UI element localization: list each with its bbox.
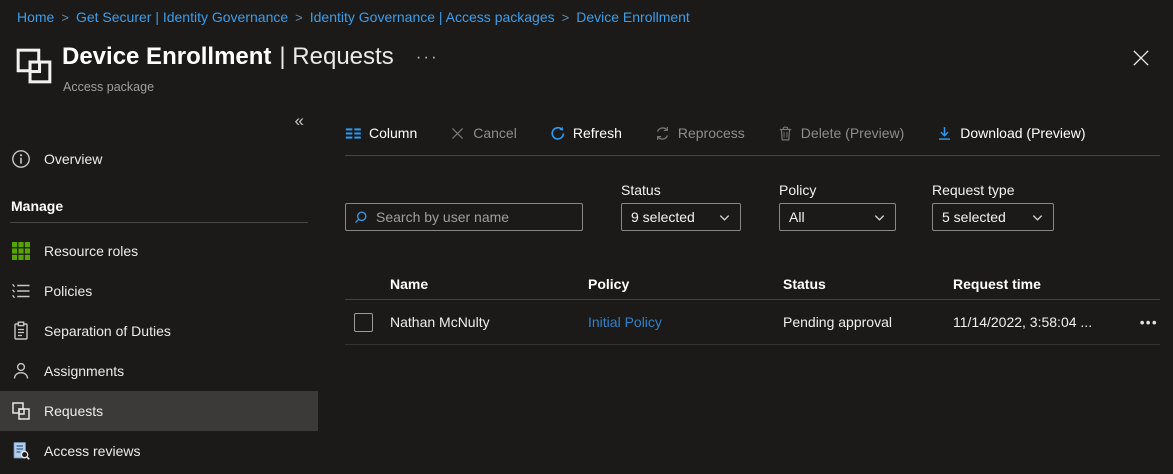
access-package-icon bbox=[15, 47, 53, 85]
overlapping-squares-icon bbox=[11, 401, 31, 421]
blade-subtitle: Access package bbox=[63, 80, 154, 94]
button-label: Column bbox=[369, 125, 417, 141]
sidebar-item-access-reviews[interactable]: Access reviews bbox=[0, 431, 318, 471]
sync-icon bbox=[654, 125, 671, 142]
column-header-request-time[interactable]: Request time bbox=[953, 276, 1120, 292]
column-header-policy[interactable]: Policy bbox=[588, 276, 783, 292]
breadcrumb-tenant[interactable]: Get Securer | Identity Governance bbox=[76, 9, 288, 25]
policy-dropdown[interactable]: All bbox=[779, 203, 896, 231]
button-label: Refresh bbox=[573, 125, 622, 141]
status-dropdown[interactable]: 9 selected bbox=[621, 203, 741, 231]
reprocess-button[interactable]: Reprocess bbox=[654, 125, 745, 142]
close-icon[interactable] bbox=[1130, 47, 1152, 69]
column-header-status[interactable]: Status bbox=[783, 276, 953, 292]
sidebar-item-resource-roles[interactable]: Resource roles bbox=[0, 231, 318, 271]
grid-icon bbox=[11, 241, 31, 261]
breadcrumb-home[interactable]: Home bbox=[17, 9, 54, 25]
search-input[interactable] bbox=[374, 208, 575, 226]
breadcrumb-separator: > bbox=[295, 10, 303, 25]
requests-panel: Column Cancel Refresh Reprocess bbox=[345, 105, 1160, 345]
refresh-button[interactable]: Refresh bbox=[549, 125, 622, 142]
cell-policy-link[interactable]: Initial Policy bbox=[588, 314, 662, 330]
sidebar-group-manage: Manage bbox=[0, 195, 318, 217]
cell-status: Pending approval bbox=[783, 314, 953, 330]
filter-bar: Status 9 selected Policy All R bbox=[345, 182, 1160, 231]
page-title: Device Enrollment bbox=[62, 43, 271, 70]
chevron-down-icon bbox=[873, 211, 886, 224]
status-filter-label: Status bbox=[621, 182, 741, 198]
download-icon bbox=[936, 125, 953, 142]
row-checkbox[interactable] bbox=[354, 313, 373, 332]
command-bar: Column Cancel Refresh Reprocess bbox=[345, 118, 1160, 148]
download-button[interactable]: Download (Preview) bbox=[936, 125, 1085, 142]
button-label: Download (Preview) bbox=[960, 125, 1085, 141]
chevron-down-icon bbox=[718, 211, 731, 224]
sidebar-item-label: Access reviews bbox=[44, 443, 140, 459]
info-icon bbox=[11, 149, 31, 169]
divider bbox=[345, 155, 1160, 156]
button-label: Delete (Preview) bbox=[801, 125, 904, 141]
dropdown-value: 5 selected bbox=[942, 209, 1006, 225]
sidebar-item-label: Policies bbox=[44, 283, 92, 299]
requests-table: Name Policy Status Request time Nathan M… bbox=[345, 269, 1160, 345]
sidebar-item-requests[interactable]: Requests bbox=[0, 391, 318, 431]
table-header-row: Name Policy Status Request time bbox=[345, 269, 1160, 300]
column-button[interactable]: Column bbox=[345, 125, 417, 142]
button-label: Cancel bbox=[473, 125, 517, 141]
column-header-name[interactable]: Name bbox=[390, 276, 588, 292]
sidebar-item-label: Overview bbox=[44, 151, 102, 167]
collapse-sidebar-icon[interactable]: « bbox=[291, 109, 308, 133]
dropdown-value: All bbox=[789, 209, 805, 225]
more-menu-icon[interactable]: ··· bbox=[416, 47, 439, 66]
sidebar-item-label: Separation of Duties bbox=[44, 323, 171, 339]
request-type-filter-label: Request type bbox=[932, 182, 1054, 198]
row-context-menu-icon[interactable]: ••• bbox=[1120, 315, 1160, 330]
breadcrumb: Home > Get Securer | Identity Governance > I… bbox=[17, 7, 690, 28]
columns-icon bbox=[345, 125, 362, 142]
breadcrumb-separator: > bbox=[562, 10, 570, 25]
trash-icon bbox=[777, 125, 794, 142]
document-search-icon bbox=[11, 441, 31, 461]
dropdown-value: 9 selected bbox=[631, 209, 695, 225]
search-box bbox=[345, 203, 583, 231]
search-icon bbox=[353, 210, 368, 225]
sidebar-item-policies[interactable]: Policies bbox=[0, 271, 318, 311]
cell-request-time: 11/14/2022, 3:58:04 ... bbox=[953, 314, 1120, 330]
button-label: Reprocess bbox=[678, 125, 745, 141]
divider bbox=[10, 222, 308, 223]
breadcrumb-access-packages[interactable]: Identity Governance | Access packages bbox=[310, 9, 555, 25]
blade-menu: « Overview Manage Resource roles bbox=[0, 105, 318, 474]
sidebar-item-assignments[interactable]: Assignments bbox=[0, 351, 318, 391]
sidebar-item-separation-of-duties[interactable]: Separation of Duties bbox=[0, 311, 318, 351]
refresh-icon bbox=[549, 125, 566, 142]
cancel-button[interactable]: Cancel bbox=[449, 125, 517, 142]
sidebar-item-label: Resource roles bbox=[44, 243, 138, 259]
cell-name: Nathan McNulty bbox=[390, 314, 588, 330]
cancel-x-icon bbox=[449, 125, 466, 142]
request-type-dropdown[interactable]: 5 selected bbox=[932, 203, 1054, 231]
sidebar-item-label: Assignments bbox=[44, 363, 124, 379]
breadcrumb-device-enrollment[interactable]: Device Enrollment bbox=[576, 9, 690, 25]
person-icon bbox=[11, 361, 31, 381]
policy-filter-label: Policy bbox=[779, 182, 896, 198]
breadcrumb-separator: > bbox=[61, 10, 69, 25]
sidebar-item-label: Requests bbox=[44, 403, 103, 419]
table-row[interactable]: Nathan McNulty Initial Policy Pending ap… bbox=[345, 300, 1160, 345]
chevron-down-icon bbox=[1031, 211, 1044, 224]
page-title-section: | Requests bbox=[279, 43, 393, 70]
sidebar-item-overview[interactable]: Overview bbox=[0, 143, 318, 175]
clipboard-icon bbox=[11, 321, 31, 341]
delete-button[interactable]: Delete (Preview) bbox=[777, 125, 904, 142]
list-icon bbox=[11, 281, 31, 301]
